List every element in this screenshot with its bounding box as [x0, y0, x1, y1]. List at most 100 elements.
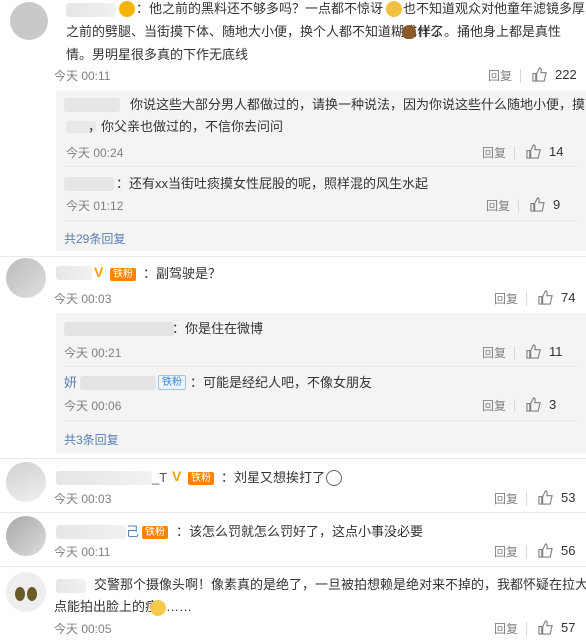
comment-text: ：他之前的黑料还不够多吗？一点都不惊讶 [136, 1, 384, 16]
reply-button[interactable]: 回复 [494, 491, 518, 507]
emoji-icon [386, 1, 402, 17]
thumbs-up-icon [538, 620, 553, 635]
comment-text: 也不知道观众对他童年滤镜多厚， [403, 1, 586, 16]
divider [64, 220, 578, 221]
reply-button[interactable]: 回复 [482, 145, 506, 161]
like-count: 3 [549, 397, 557, 412]
reply-time: 今天 00:06 [64, 399, 122, 413]
comment-time: 今天 00:03 [54, 292, 112, 306]
thumbs-up-icon [530, 197, 545, 212]
divider [518, 199, 519, 213]
reply-button[interactable]: 回复 [494, 544, 518, 560]
thumbs-up-icon [526, 144, 541, 159]
comment-text: ：刘星又想挨打了 [221, 470, 326, 485]
divider [514, 399, 515, 413]
divider [526, 545, 527, 559]
like-button[interactable]: 222 [532, 67, 577, 82]
thumbs-up-icon [538, 490, 553, 505]
verified-icon: V [94, 264, 104, 280]
reply-text: ：你是住在微博 [172, 321, 264, 336]
comment-text: 之前的劈腿、当街摸下体、随地大小便，换个人都不知道糊成什么 [66, 24, 444, 39]
emoji-icon [326, 470, 342, 486]
reply-username[interactable] [64, 98, 120, 112]
username-suffix[interactable]: _T [152, 467, 167, 489]
like-count: 74 [561, 290, 576, 305]
avatar[interactable] [6, 462, 46, 502]
username[interactable] [56, 471, 152, 485]
like-count: 11 [549, 344, 563, 359]
emoji-icon [150, 600, 166, 616]
paw-logo-icon [14, 586, 38, 602]
reply-username[interactable] [64, 322, 174, 336]
reply-button[interactable]: 回复 [482, 398, 506, 414]
reply-time: 今天 01:12 [66, 199, 124, 213]
like-button[interactable]: 11 [526, 344, 563, 359]
divider [64, 420, 578, 421]
comment-text: ：副驾驶是？ [143, 266, 222, 281]
like-button[interactable]: 53 [538, 490, 575, 505]
reply-button[interactable]: 回复 [494, 621, 518, 637]
like-button[interactable]: 9 [530, 197, 560, 212]
reply-time: 今天 00:24 [66, 146, 124, 160]
fan-badge: 铁粉 [110, 268, 136, 281]
more-replies-link[interactable]: 共3条回复 [64, 431, 119, 448]
reply-username[interactable]: 妍 [64, 372, 77, 394]
thumbs-up-icon [526, 397, 541, 412]
like-button[interactable]: 74 [538, 290, 575, 305]
avatar[interactable] [6, 258, 46, 298]
divider [0, 512, 586, 513]
comment-time: 今天 00:05 [54, 622, 112, 636]
divider [514, 346, 515, 360]
username-suffix[interactable]: 己 [126, 521, 139, 543]
like-count: 14 [549, 144, 564, 159]
verified-icon: V [172, 468, 182, 484]
divider [520, 69, 521, 83]
reply-text: 你说这些大部分男人都做过的，请换一种说法，因为你说这些什么随地小便，摸下 [130, 97, 586, 112]
reply-username[interactable] [64, 177, 114, 191]
like-button[interactable]: 56 [538, 543, 575, 558]
poop-emoji-icon [402, 25, 416, 39]
like-count: 57 [561, 620, 576, 635]
comment-time: 今天 00:11 [54, 545, 111, 559]
username[interactable] [56, 525, 126, 539]
reply-text: ：还有xx当街吐痰摸女性屁股的呢，照样混的风生水起 [116, 176, 429, 191]
comment-text: 交警那个摄像头啊！像素真的是绝了，一旦被拍想赖是绝对来不掉的，我都怀疑在拉大 [94, 577, 586, 592]
comment-text: 点能拍出脸上的痘 [54, 599, 159, 614]
comment-text: …… [166, 599, 192, 614]
comment-time: 今天 00:11 [54, 69, 111, 83]
divider [64, 366, 578, 367]
thumbs-up-icon [538, 290, 553, 305]
reply-button[interactable]: 回复 [488, 68, 512, 84]
comment-text: ：该怎么罚就怎么罚好了，这点小事没必要 [176, 524, 424, 539]
fan-badge: 铁粉 [188, 472, 214, 485]
divider [0, 566, 586, 567]
reply-button[interactable]: 回复 [486, 198, 510, 214]
divider [0, 256, 586, 257]
reply-text: ，你父亲也做过的，不信你去问问 [88, 119, 284, 134]
like-button[interactable]: 57 [538, 620, 575, 635]
comment-text: 情。男明星很多真的下作无底线 [66, 47, 249, 62]
username[interactable] [56, 579, 86, 593]
reply-button[interactable]: 回复 [494, 291, 518, 307]
divider [526, 492, 527, 506]
like-count: 53 [561, 490, 576, 505]
avatar[interactable] [10, 2, 48, 40]
username[interactable] [56, 266, 92, 280]
username[interactable] [66, 3, 116, 17]
comment-time: 今天 00:03 [54, 492, 112, 506]
emoji-icon [119, 1, 135, 17]
divider [64, 166, 578, 167]
reply-button[interactable]: 回复 [482, 345, 506, 361]
avatar[interactable] [6, 516, 46, 556]
like-count: 9 [553, 197, 561, 212]
like-count: 222 [555, 67, 577, 82]
like-button[interactable]: 14 [526, 144, 563, 159]
divider [526, 292, 527, 306]
like-count: 56 [561, 543, 576, 558]
reply-time: 今天 00:21 [64, 346, 122, 360]
comment-text: 样了。捅他身上都是真性 [418, 24, 562, 39]
reply-username[interactable] [80, 376, 156, 390]
divider [514, 146, 515, 160]
like-button[interactable]: 3 [526, 397, 556, 412]
more-replies-link[interactable]: 共29条回复 [64, 230, 125, 247]
